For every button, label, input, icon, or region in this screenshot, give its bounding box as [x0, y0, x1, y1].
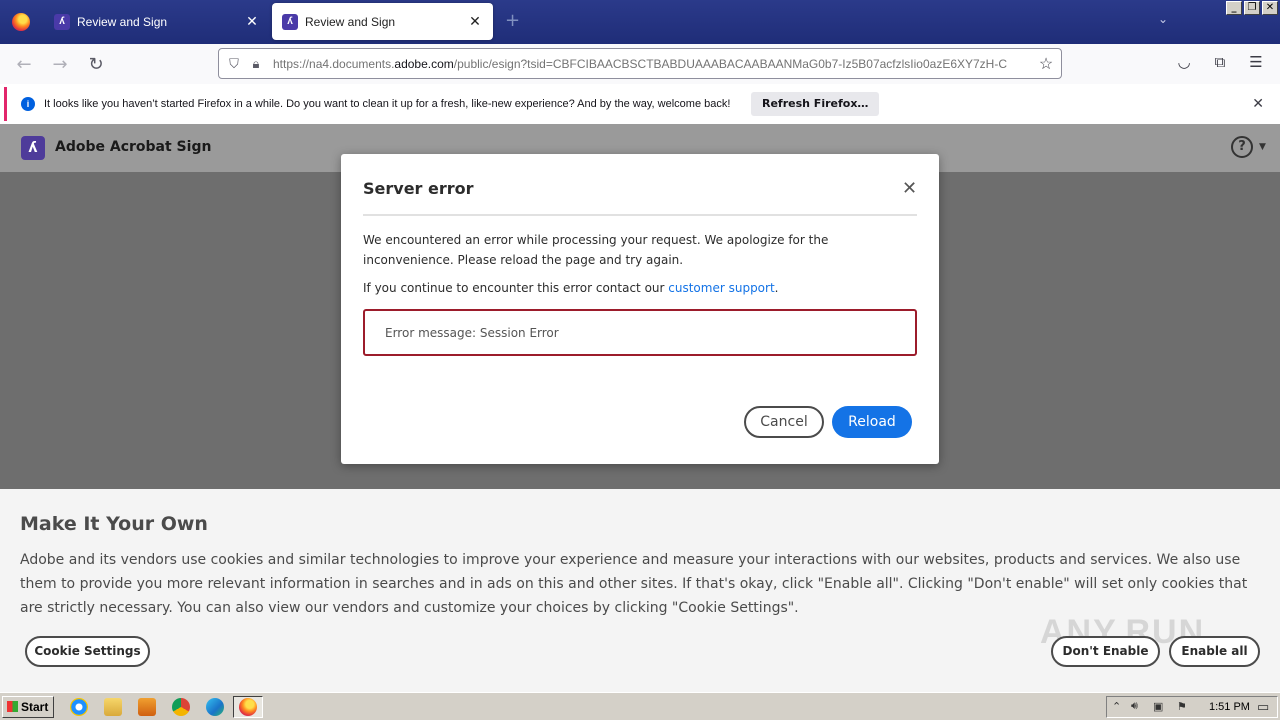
- cancel-button[interactable]: Cancel: [744, 406, 824, 438]
- error-message-box: Error message: Session Error: [363, 309, 917, 356]
- new-tab-button[interactable]: +: [505, 10, 520, 31]
- window-controls: _ ❐ ✕: [1226, 1, 1278, 15]
- firefox-icon: [12, 13, 30, 31]
- firefox-taskbar-button[interactable]: [233, 696, 263, 718]
- reload-icon[interactable]: ↻: [84, 52, 108, 76]
- list-all-tabs-icon[interactable]: ⌄: [1158, 12, 1168, 26]
- restore-icon[interactable]: ❐: [1244, 1, 1260, 15]
- bookmark-star-icon[interactable]: ☆: [1031, 54, 1061, 74]
- system-tray: ⌃ 🔊︎ ▣ ⚑ 1:51 PM ▭: [1106, 696, 1278, 718]
- customer-support-link[interactable]: customer support: [668, 281, 774, 295]
- reload-button[interactable]: Reload: [832, 406, 912, 438]
- acrobat-icon: ʎ: [282, 13, 298, 30]
- minimize-icon[interactable]: _: [1226, 1, 1242, 15]
- firefox-icon: [239, 698, 257, 716]
- internet-explorer-icon[interactable]: [70, 698, 88, 716]
- cookie-text: Adobe and its vendors use cookies and si…: [20, 552, 1248, 616]
- hamburger-menu-icon[interactable]: ☰: [1245, 53, 1267, 75]
- windows-flag-icon: [7, 701, 18, 712]
- tab-title: Review and Sign: [77, 14, 168, 29]
- close-icon[interactable]: ✕: [467, 13, 483, 30]
- app-name: Adobe Acrobat Sign: [55, 139, 212, 155]
- dialog-title: Server error: [363, 179, 474, 198]
- folder-icon[interactable]: [104, 698, 122, 716]
- cookie-banner: Make It Your Own Adobe and its vendors u…: [0, 489, 1280, 692]
- server-error-dialog: Server error ✕ We encountered an error w…: [341, 154, 939, 464]
- tab-review-and-sign-2[interactable]: ʎ Review and Sign ✕: [272, 3, 493, 40]
- notification-text: It looks like you haven’t started Firefo…: [44, 98, 731, 110]
- shield-icon[interactable]: ⛉: [223, 56, 245, 72]
- clock[interactable]: 1:51 PM: [1209, 701, 1250, 713]
- pocket-icon[interactable]: ◡: [1173, 53, 1195, 75]
- close-window-icon[interactable]: ✕: [1262, 1, 1278, 15]
- dont-enable-button[interactable]: Don't Enable: [1051, 636, 1160, 667]
- url-bar[interactable]: ⛉ 🔒︎ https://na4.documents.adobe.com/pub…: [218, 48, 1062, 79]
- notification-bar: i It looks like you haven’t started Fire…: [4, 87, 1276, 121]
- url-text[interactable]: https://na4.documents.adobe.com/public/e…: [273, 57, 1031, 71]
- url-prefix: https://na4.documents.: [273, 56, 395, 71]
- dialog-message: We encountered an error while processing…: [363, 233, 829, 267]
- tray-expand-icon[interactable]: ⌃: [1112, 700, 1121, 713]
- start-button[interactable]: Start: [2, 696, 54, 718]
- contact-suffix: .: [774, 281, 779, 295]
- edge-icon[interactable]: [206, 698, 224, 716]
- volume-icon[interactable]: 🔊︎: [1131, 700, 1138, 713]
- tab-bar: ʎ Review and Sign ✕ ʎ Review and Sign ✕ …: [0, 0, 1280, 44]
- close-icon[interactable]: ✕: [244, 13, 260, 30]
- navigation-toolbar: ← → ↻ ⛉ 🔒︎ https://na4.documents.adobe.c…: [0, 44, 1280, 84]
- action-center-flag-icon[interactable]: ⚑: [1177, 700, 1187, 713]
- close-icon[interactable]: ✕: [902, 180, 917, 198]
- url-path: /public/esign?tsid=CBFCIBAACBSCTBABDUAAA…: [453, 56, 1008, 71]
- extensions-icon[interactable]: ⧉: [1209, 53, 1231, 75]
- url-host: adobe.com: [394, 56, 454, 71]
- taskbar: Start ⌃ 🔊︎ ▣ ⚑ 1:51 PM ▭: [0, 692, 1280, 720]
- tab-review-and-sign-1[interactable]: ʎ Review and Sign ✕: [44, 3, 270, 40]
- help-icon[interactable]: ?: [1231, 136, 1253, 158]
- cookie-title: Make It Your Own: [20, 513, 208, 535]
- acrobat-sign-logo: ʎ: [21, 136, 45, 160]
- info-icon: i: [21, 97, 35, 111]
- close-icon[interactable]: ✕: [1252, 95, 1264, 112]
- refresh-firefox-button[interactable]: Refresh Firefox…: [751, 92, 880, 116]
- forward-icon[interactable]: →: [48, 52, 72, 76]
- caret-down-icon[interactable]: ▼: [1259, 142, 1266, 152]
- chrome-icon[interactable]: [172, 698, 190, 716]
- divider: [363, 214, 917, 216]
- error-message: Error message: Session Error: [385, 326, 559, 340]
- firefox-menu-button[interactable]: [0, 0, 42, 44]
- back-icon[interactable]: ←: [12, 52, 36, 76]
- dialog-contact-text: If you continue to encounter this error …: [363, 280, 779, 296]
- start-label: Start: [21, 700, 49, 714]
- enable-all-button[interactable]: Enable all: [1169, 636, 1260, 667]
- media-player-icon[interactable]: [138, 698, 156, 716]
- show-desktop-icon[interactable]: ▭: [1257, 699, 1269, 715]
- cookie-settings-button[interactable]: Cookie Settings: [25, 636, 150, 667]
- acrobat-icon: ʎ: [54, 13, 70, 30]
- contact-prefix: If you continue to encounter this error …: [363, 281, 669, 295]
- tab-title: Review and Sign: [305, 14, 396, 29]
- lock-icon[interactable]: 🔒︎: [245, 56, 267, 72]
- network-icon[interactable]: ▣: [1153, 700, 1163, 713]
